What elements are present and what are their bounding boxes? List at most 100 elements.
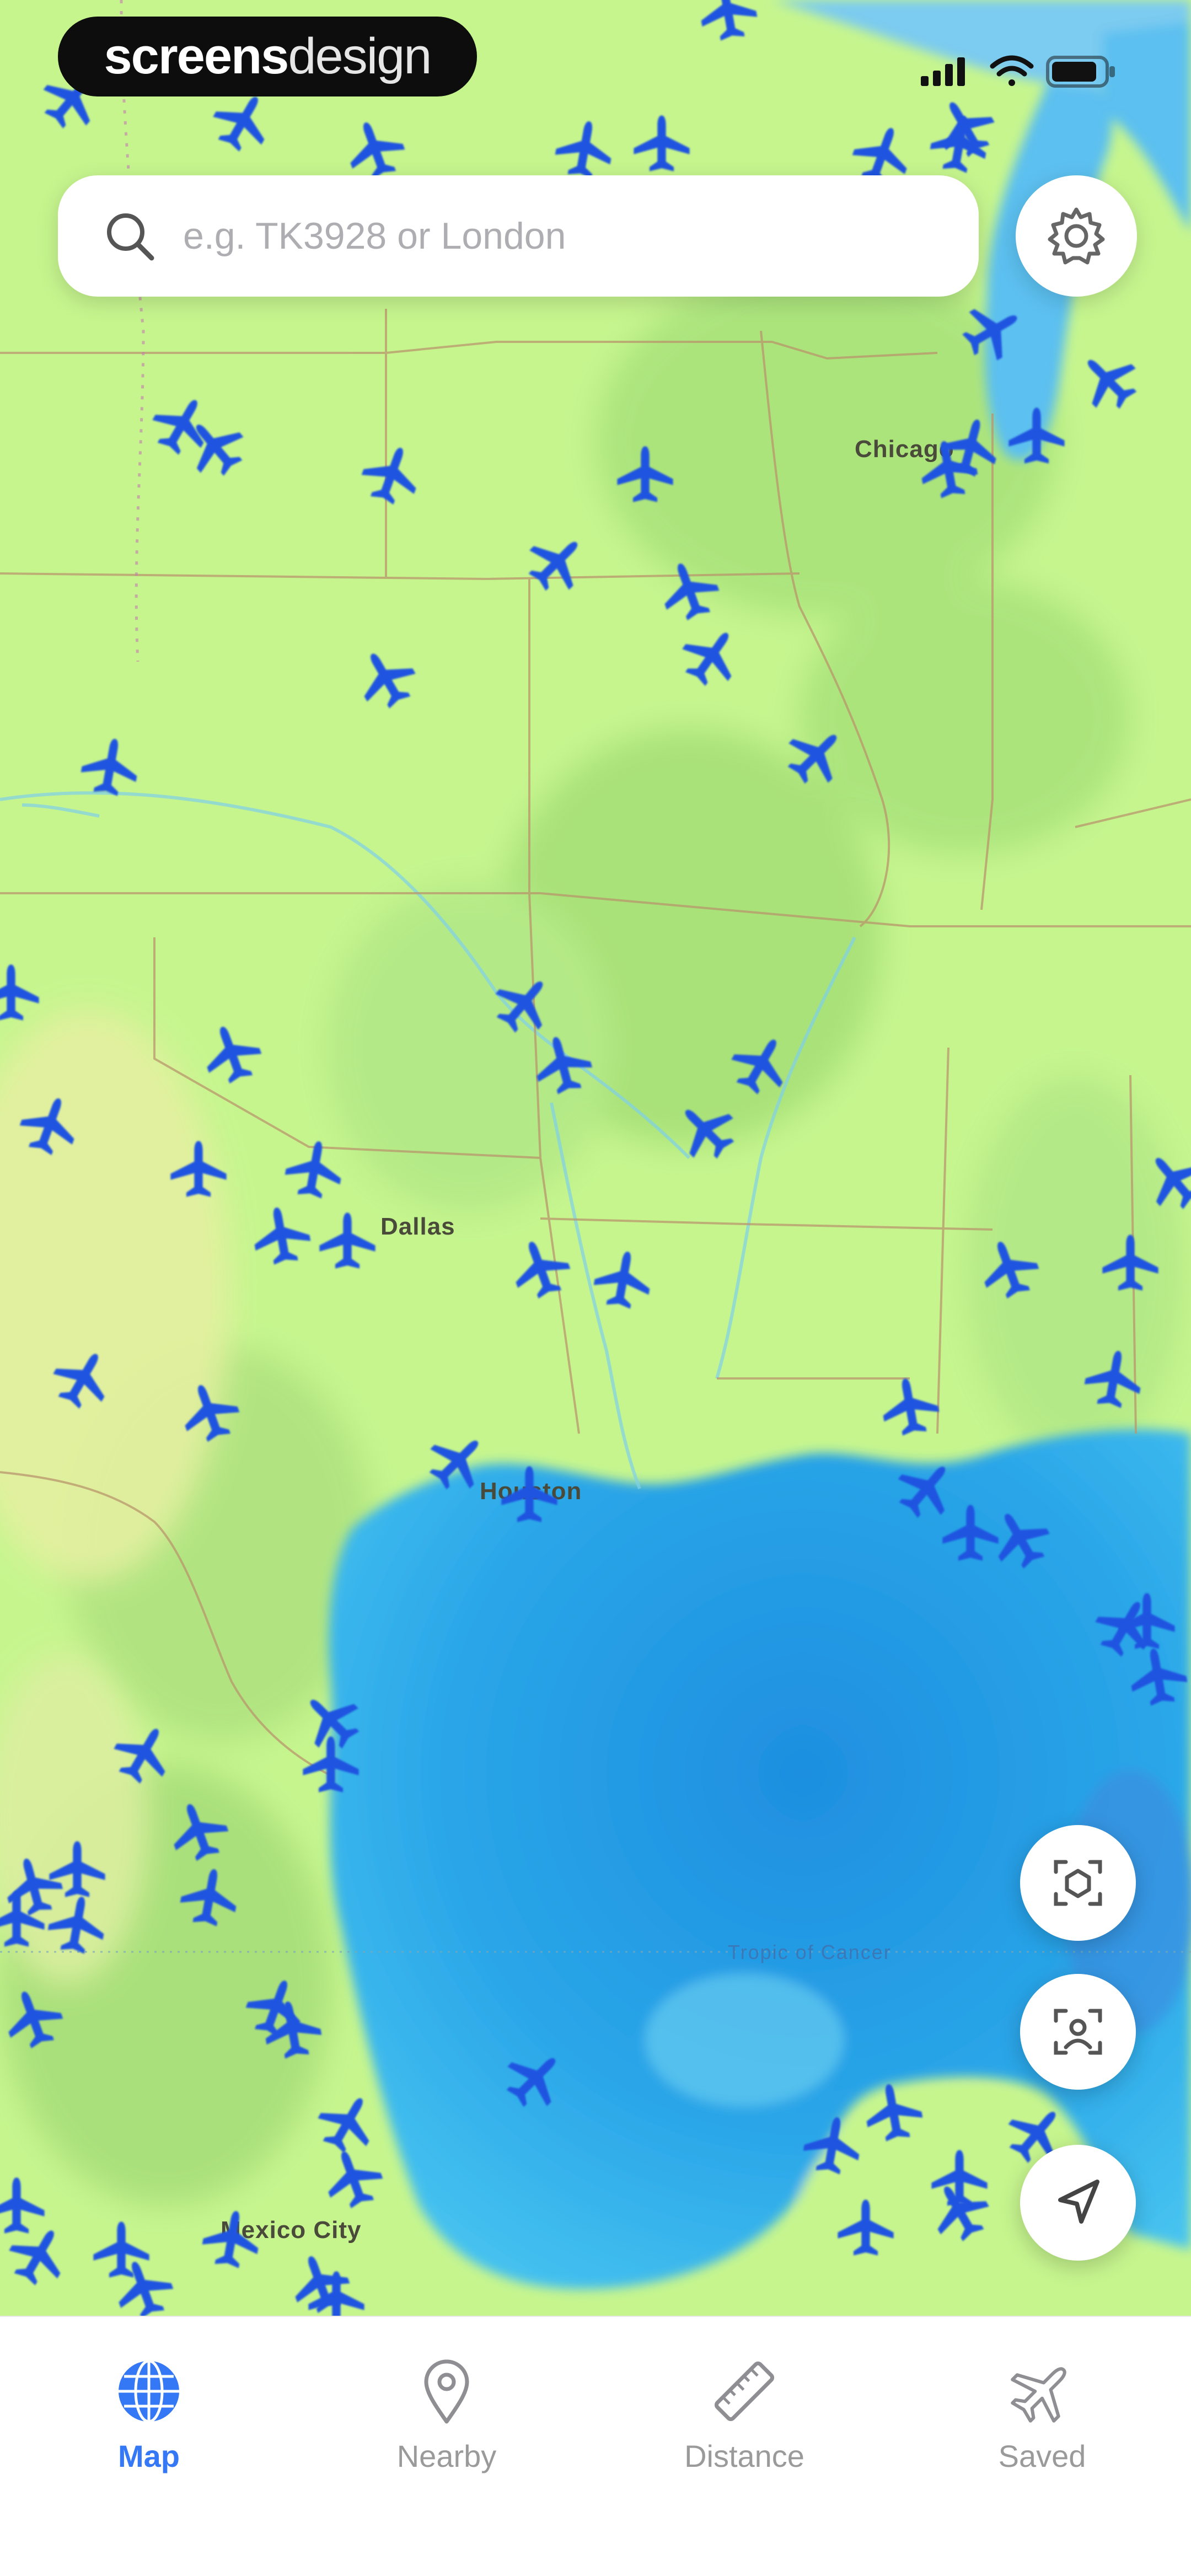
aircraft-marker[interactable] [835, 2197, 896, 2258]
search-input[interactable] [182, 214, 929, 258]
airplane-icon [537, 1037, 593, 1094]
search-bar[interactable] [58, 175, 979, 297]
airplane-icon [506, 2058, 556, 2107]
tropic-label: Tropic of Cancer [728, 1941, 892, 1963]
airplane-icon [114, 1729, 165, 1784]
airplane-icon [429, 1440, 479, 1490]
aircraft-marker[interactable] [1083, 1348, 1144, 1409]
aircraft-marker[interactable] [786, 725, 846, 786]
ruler-icon [714, 2361, 775, 2422]
aircraft-marker[interactable] [802, 2115, 863, 2175]
ar-view-button[interactable] [1020, 1825, 1136, 1941]
aircraft-marker[interactable] [1144, 1150, 1191, 1210]
airplane-icon [202, 2211, 259, 2268]
aircraft-marker[interactable] [527, 532, 587, 593]
airplane-icon [931, 2150, 988, 2206]
airplane-icon [528, 541, 578, 591]
aircraft-marker[interactable] [1117, 1591, 1177, 1651]
aircraft-marker[interactable] [19, 1094, 80, 1156]
aircraft-marker[interactable] [323, 2148, 383, 2209]
airplane-icon [1131, 1649, 1188, 1706]
aircraft-marker[interactable] [1128, 1646, 1188, 1706]
aircraft-marker[interactable] [0, 2175, 47, 2236]
aircraft-marker[interactable] [510, 1238, 571, 1299]
tab-nearby[interactable]: Nearby [298, 2355, 596, 2488]
aircraft-marker[interactable] [168, 1139, 229, 1199]
aircraft-marker[interactable] [47, 1894, 108, 1955]
aircraft-marker[interactable] [962, 300, 1023, 361]
airplane-icon [1087, 359, 1137, 409]
aircraft-marker[interactable] [631, 113, 692, 174]
aircraft-marker[interactable] [1078, 350, 1139, 411]
aircraft-marker[interactable] [306, 2269, 367, 2316]
aircraft-marker[interactable] [52, 1348, 113, 1409]
aircraft-marker[interactable] [3, 1988, 63, 2049]
aircraft-marker[interactable] [929, 2148, 990, 2208]
airplane-icon [685, 1109, 734, 1159]
aircraft-marker[interactable] [262, 1999, 323, 2059]
settings-button[interactable] [1016, 175, 1137, 297]
aircraft-marker[interactable] [593, 1249, 653, 1310]
aircraft-marker[interactable] [427, 1431, 488, 1491]
aircraft-marker[interactable] [698, 0, 758, 41]
aircraft-marker[interactable] [212, 91, 273, 152]
aircraft-marker[interactable] [284, 1139, 345, 1199]
tab-saved[interactable]: Saved [893, 2355, 1191, 2488]
profile-view-button[interactable] [1020, 1974, 1136, 2090]
aircraft-marker[interactable] [113, 2258, 174, 2316]
aircraft-marker[interactable] [979, 1238, 1039, 1299]
aircraft-marker[interactable] [361, 444, 422, 505]
airplane-icon [921, 441, 978, 498]
airplane-icon [19, 1098, 74, 1156]
airplane-icon [361, 448, 416, 505]
aircraft-marker[interactable] [179, 1381, 240, 1442]
aircraft-marker[interactable] [863, 2081, 924, 2142]
aircraft-marker[interactable] [879, 1376, 940, 1436]
airplane-icon [803, 2117, 860, 2175]
aircraft-marker[interactable] [317, 1210, 378, 1271]
tab-label-nearby: Nearby [396, 2439, 497, 2473]
aircraft-marker[interactable] [731, 1034, 791, 1094]
aircraft-marker[interactable] [356, 648, 416, 709]
aircraft-marker[interactable] [532, 1034, 593, 1094]
aircraft-marker[interactable] [1006, 405, 1067, 466]
aircraft-marker[interactable] [675, 1100, 736, 1161]
tab-map[interactable]: Map [0, 2355, 298, 2488]
brand-text-primary: screens [104, 28, 289, 84]
gear-icon [1048, 207, 1105, 265]
aircraft-marker[interactable] [179, 1866, 240, 1927]
flight-map[interactable]: Chicago Dallas Houston Mexico City Tropi… [0, 0, 1191, 2316]
airplane-icon [0, 964, 39, 1021]
aircraft-marker[interactable] [505, 2048, 565, 2109]
search-icon [99, 206, 160, 266]
aircraft-marker[interactable] [681, 626, 742, 686]
locate-me-button[interactable] [1020, 2145, 1136, 2261]
bottom-tab-bar: Map Nearby Distance Saved [0, 2316, 1191, 2576]
aircraft-marker[interactable] [1100, 1232, 1161, 1293]
location-arrow-icon [1058, 2180, 1099, 2224]
face-id-icon [1054, 2009, 1102, 2055]
aircraft-marker[interactable] [345, 119, 405, 180]
aircraft-marker[interactable] [113, 1723, 174, 1784]
aircraft-marker[interactable] [201, 2208, 262, 2269]
aircraft-marker[interactable] [990, 1508, 1050, 1569]
aircraft-marker[interactable] [499, 1464, 560, 1525]
aircraft-marker[interactable] [554, 119, 615, 179]
aircraft-marker[interactable] [615, 444, 675, 505]
aircraft-marker[interactable] [80, 736, 141, 797]
aircraft-marker[interactable] [0, 962, 41, 1023]
airplane-icon [185, 1385, 240, 1442]
airplane-icon [254, 1208, 311, 1265]
aircraft-marker[interactable] [659, 560, 720, 621]
aircraft-marker[interactable] [918, 438, 979, 499]
aircraft-marker[interactable] [201, 1023, 262, 1084]
aircraft-marker[interactable] [301, 1734, 361, 1795]
airplane-icon [303, 1736, 359, 1793]
aircraft-marker[interactable] [251, 1205, 312, 1265]
aircraft-marker[interactable] [493, 973, 554, 1034]
tab-distance[interactable]: Distance [596, 2355, 893, 2488]
aircraft-marker[interactable] [185, 416, 245, 477]
aircraft-marker[interactable] [929, 113, 990, 174]
airplane-icon [731, 1039, 783, 1094]
aircraft-marker[interactable] [168, 1800, 229, 1861]
